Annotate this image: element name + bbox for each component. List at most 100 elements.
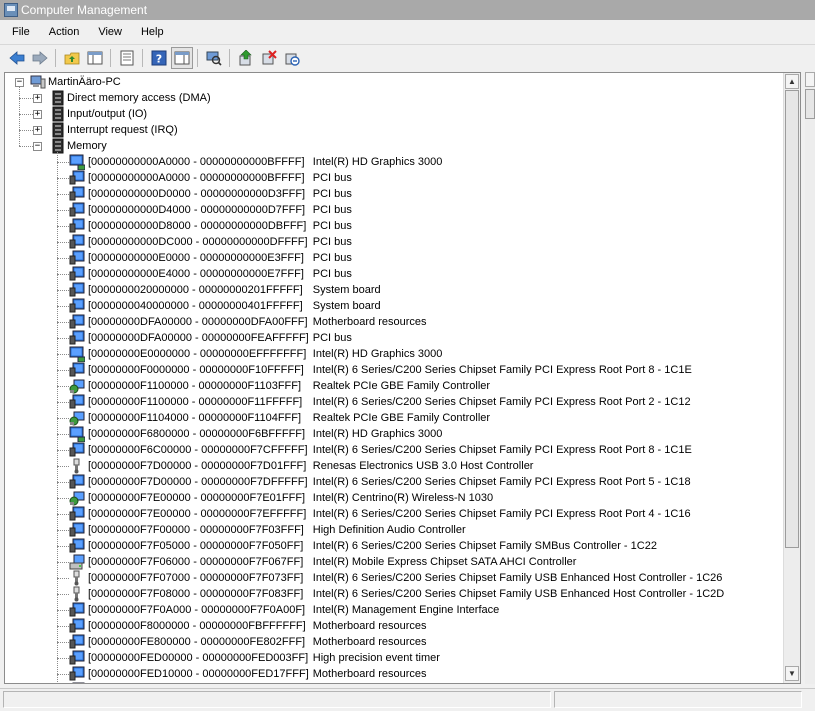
tree-node-memory-resource[interactable]: [00000000000A0000 - 00000000000BFFFF] Int… [5,154,785,170]
tree-node-memory-resource[interactable]: [00000000F7D00000 - 00000000F7DFFFFF] Int… [5,474,785,490]
tree-connector [19,146,33,147]
category-label: Memory [67,140,107,152]
tree-node-memory-resource[interactable]: [00000000E0000000 - 00000000EFFFFFFF] Int… [5,346,785,362]
tree-node-memory-resource[interactable]: [00000000F7D00000 - 00000000F7D01FFF] Ren… [5,458,785,474]
tree-node-memory-resource[interactable]: [00000000000DC000 - 00000000000DFFFF] PCI… [5,234,785,250]
memory-range: [00000000000D4000 - 00000000000D7FFF] [88,204,306,216]
tree-node-memory-resource[interactable]: [00000000FED00000 - 00000000FED003FF] Hig… [5,650,785,666]
properties-button[interactable] [116,47,138,69]
tree-connector [57,626,69,627]
system-device-icon [69,314,85,330]
tree-node-memory-resource[interactable]: [00000000F7F05000 - 00000000F7F050FF] Int… [5,538,785,554]
expand-toggle[interactable]: + [33,126,42,135]
device-name: Intel(R) Centrino(R) Wireless-N 1030 [312,492,494,504]
tree-node-memory-resource[interactable]: [00000000F6C00000 - 00000000F7CFFFFF] Int… [5,442,785,458]
tree-node-memory-resource[interactable]: [00000000000D4000 - 00000000000D7FFF] PCI… [5,202,785,218]
action-pane-icon [174,50,190,66]
system-device-icon [69,282,85,298]
tree-node-memory-resource[interactable]: [00000000F1100000 - 00000000F11FFFFF] Int… [5,394,785,410]
device-name: Motherboard resources [312,620,427,632]
tree-connector [57,274,69,275]
system-device-icon [69,442,85,458]
tree-connector [57,242,69,243]
system-device-icon [69,650,85,666]
system-device-icon [69,362,85,378]
up-folder-button[interactable] [61,47,83,69]
scroll-down-button[interactable]: ▼ [785,666,799,681]
menu-help[interactable]: Help [129,26,171,38]
tree-connector [57,482,69,483]
tree-node-memory-resource[interactable]: [00000000F7F00000 - 00000000F7F03FFF] Hig… [5,522,785,538]
system-device-icon [69,618,85,634]
tree-node-memory-resource[interactable]: [00000000000E4000 - 00000000000E7FFF] PCI… [5,266,785,282]
tree-node-memory-resource[interactable]: [00000000000D0000 - 00000000000D3FFF] PCI… [5,186,785,202]
disable-device-icon [261,50,277,66]
tree-node-memory-resource[interactable]: [00000000F7E00000 - 00000000F7EFFFFF] Int… [5,506,785,522]
expand-toggle[interactable]: + [33,94,42,103]
help-button[interactable]: ? [148,47,170,69]
collapse-toggle[interactable]: − [15,78,24,87]
menu-file[interactable]: File [0,26,37,38]
tree-node-memory-resource[interactable]: [00000000000A0000 - 00000000000BFFFF] PCI… [5,170,785,186]
memory-range: [00000000F7D00000 - 00000000F7DFFFFF] [88,476,308,488]
device-tree: − MartinÄäro-PC + Direct memory access (DMA… [5,73,785,683]
tree-node-memory-resource[interactable]: [00000000F7E00000 - 00000000F7E01FFF] Int… [5,490,785,506]
menu-action[interactable]: Action [37,26,87,38]
tree-node-memory-resource[interactable]: [00000000F7F08000 - 00000000F7F083FF] Int… [5,586,785,602]
tree-connector [57,562,69,563]
actions-pane-scrollbar[interactable] [805,72,815,684]
tree-node-memory-resource[interactable]: [00000000F8000000 - 00000000FBFFFFFF] Mot… [5,618,785,634]
update-driver-button[interactable] [235,47,257,69]
scroll-up-button[interactable]: ▲ [785,74,799,89]
tree-node-memory-resource[interactable]: [00000000DFA00000 - 00000000DFA00FFF] Mot… [5,314,785,330]
system-device-icon [69,202,85,218]
scroll-thumb[interactable] [785,90,799,548]
tree-node-memory-resource[interactable]: [00000000F0000000 - 00000000F10FFFFF] Int… [5,362,785,378]
tree-node-memory-resource[interactable]: [0000000020000000 - 00000000201FFFFF] Sys… [5,282,785,298]
tree-node-memory-resource[interactable]: [00000000FE800000 - 00000000FE802FFF] Mot… [5,634,785,650]
memory-range: [00000000000E4000 - 00000000000E7FFF] [88,268,304,280]
window-title: Computer Management [21,3,148,17]
system-device-icon [69,298,85,314]
device-name: High Definition Audio Controller [312,524,466,536]
tree-node-memory-resource[interactable]: [00000000F1104000 - 00000000F1104FFF] Rea… [5,410,785,426]
vertical-scrollbar[interactable]: ▲ ▼ [783,73,800,683]
tree-node-category[interactable]: − Memory [5,138,785,154]
menu-view[interactable]: View [86,26,129,38]
tree-node-memory-resource[interactable]: [00000000F7F06000 - 00000000F7F067FF] Int… [5,554,785,570]
help-icon: ? [151,50,167,66]
show-hide-tree-button[interactable] [84,47,106,69]
tree-node-memory-resource[interactable] [5,682,785,683]
tree-node-memory-resource[interactable]: [00000000F7F07000 - 00000000F7F073FF] Int… [5,570,785,586]
tree-node-category[interactable]: + Interrupt request (IRQ) [5,122,785,138]
memory-range: [00000000DFA00000 - 00000000DFA00FFF] [88,316,308,328]
collapse-toggle[interactable]: − [33,142,42,151]
tree-node-category[interactable]: + Direct memory access (DMA) [5,90,785,106]
tree-node-computer[interactable]: − MartinÄäro-PC [5,74,785,90]
disable-device-button[interactable] [258,47,280,69]
tree-node-memory-resource[interactable]: [00000000DFA00000 - 00000000FEAFFFFF] PCI… [5,330,785,346]
tree-node-memory-resource[interactable]: [0000000040000000 - 00000000401FFFFF] Sys… [5,298,785,314]
tree-node-memory-resource[interactable]: [00000000000D8000 - 00000000000DBFFF] PCI… [5,218,785,234]
system-device-icon [69,218,85,234]
tree-node-memory-resource[interactable]: [00000000F6800000 - 00000000F6BFFFFF] Int… [5,426,785,442]
expand-toggle[interactable]: + [33,110,42,119]
tree-node-memory-resource[interactable]: [00000000FED10000 - 00000000FED17FFF] Mot… [5,666,785,682]
device-name: Realtek PCIe GBE Family Controller [312,412,491,424]
forward-arrow-button[interactable] [29,47,51,69]
actions-scroll-thumb[interactable] [805,89,815,119]
memory-range: [0000000020000000 - 00000000201FFFFF] [88,284,303,296]
tree-node-category[interactable]: + Input/output (IO) [5,106,785,122]
action-pane-button[interactable] [171,47,193,69]
actions-scroll-up-button[interactable] [805,72,815,87]
device-name: Motherboard resources [312,636,427,648]
tree-node-memory-resource[interactable]: [00000000000E0000 - 00000000000E3FFF] PCI… [5,250,785,266]
scan-hardware-button[interactable] [203,47,225,69]
tree-node-memory-resource[interactable]: [00000000F7F0A000 - 00000000F7F0A00F] Int… [5,602,785,618]
back-arrow-button[interactable] [6,47,28,69]
uninstall-device-button[interactable] [281,47,303,69]
memory-range: [00000000F6C00000 - 00000000F7CFFFFF] [88,444,308,456]
system-device-icon [69,186,85,202]
tree-node-memory-resource[interactable]: [00000000F1100000 - 00000000F1103FFF] Rea… [5,378,785,394]
tree-connector [57,178,69,179]
